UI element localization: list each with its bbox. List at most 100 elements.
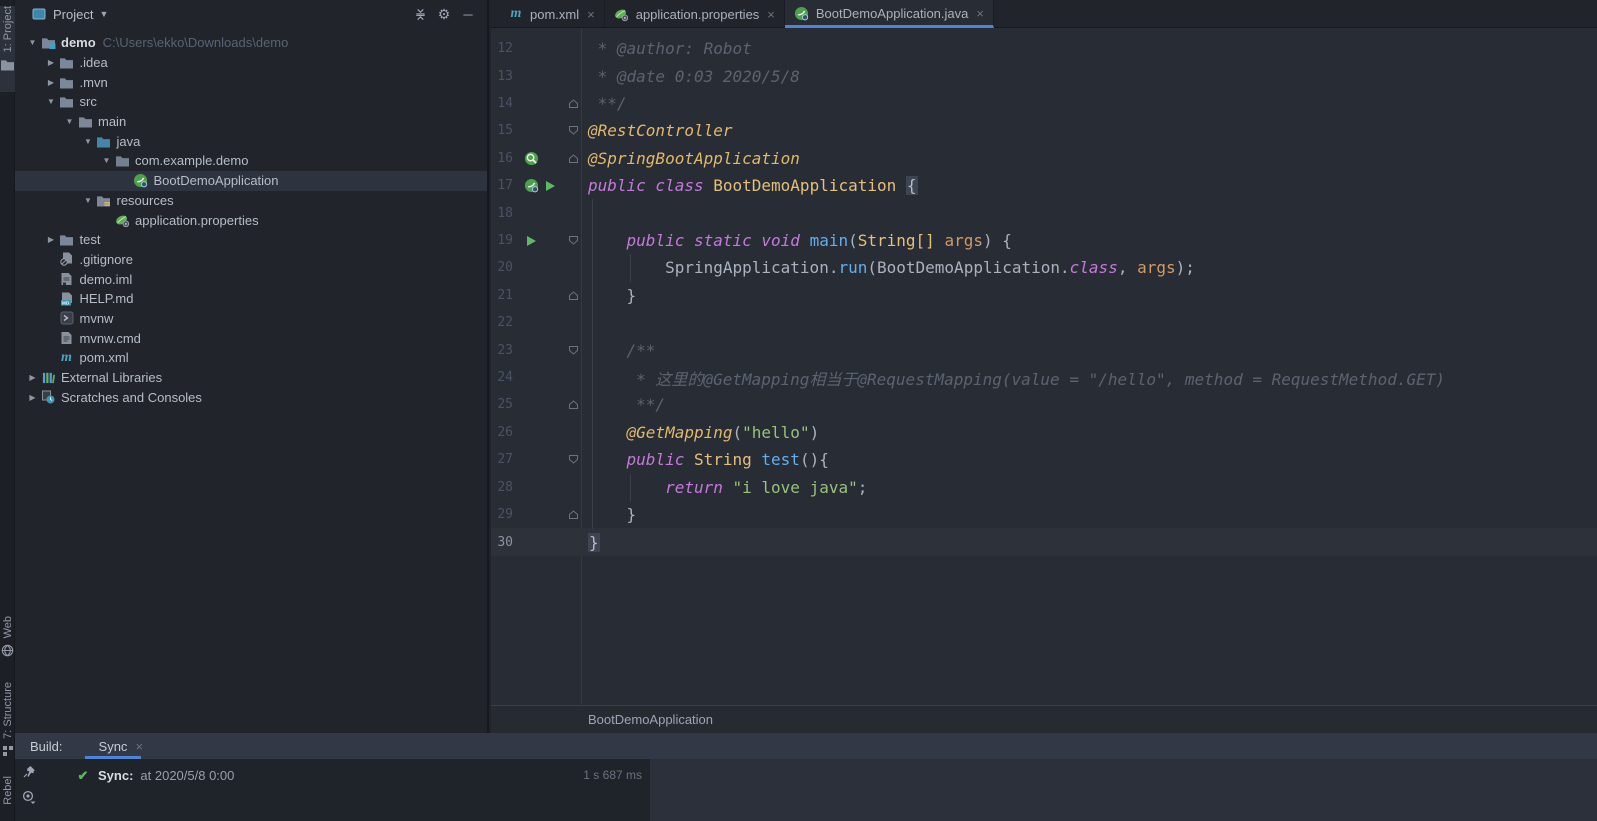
tab-application.properties[interactable]: application.properties× (605, 0, 785, 28)
tool-window-stripe: 1: Project Web 7: StructureRebel (0, 0, 15, 821)
stripe-button-structure[interactable]: 7: Structure (0, 682, 15, 776)
tree-item-external-libraries[interactable]: ▶External Libraries (15, 368, 487, 388)
gear-icon[interactable]: ⚙ (435, 7, 453, 21)
build-tab-label: Sync (99, 739, 128, 754)
tree-item-src[interactable]: ▼src (15, 92, 487, 112)
fold-marker-icon[interactable] (565, 235, 581, 246)
chevron-expanded-icon[interactable]: ▼ (25, 38, 40, 47)
close-icon[interactable]: × (767, 7, 775, 22)
code-line-18[interactable]: 18 (491, 199, 1597, 226)
tree-item-demo[interactable]: ▼demoC:\Users\ekko\Downloads\demo (15, 33, 487, 53)
tree-item-resources[interactable]: ▼resources (15, 191, 487, 211)
code-line-14[interactable]: 14 **/ (491, 90, 1597, 117)
chevron-expanded-icon[interactable]: ▼ (81, 137, 96, 146)
tree-item-mvnw[interactable]: mvnw (15, 309, 487, 329)
sync-status-row[interactable]: ✔ Sync: at 2020/5/8 0:00 1 s 687 ms (75, 765, 642, 785)
line-number: 27 (491, 452, 521, 467)
code-line-19[interactable]: 19 public static void main(String[] args… (491, 227, 1597, 254)
code-line-28[interactable]: 28 return "i love java"; (491, 474, 1597, 501)
code-text: @GetMapping("hello") (581, 423, 819, 442)
tree-item-help.md[interactable]: MDHELP.md (15, 289, 487, 309)
chevron-expanded-icon[interactable]: ▼ (62, 117, 77, 126)
run-icon[interactable] (542, 178, 558, 194)
collapse-all-icon[interactable] (411, 8, 429, 21)
run-icon[interactable] (523, 233, 539, 249)
tree-item-main[interactable]: ▼main (15, 112, 487, 132)
stripe-button-rebel[interactable]: Rebel (0, 776, 15, 821)
line-number: 29 (491, 507, 521, 522)
tab-bootdemoapplication.java[interactable]: BootDemoApplication.java × (785, 0, 994, 28)
build-console-pane (650, 759, 1597, 821)
code-line-21[interactable]: 21 } (491, 282, 1597, 309)
tree-item-demo.iml[interactable]: demo.iml (15, 269, 487, 289)
ide-window: 1: Project Web 7: StructureRebel Project ▼… (0, 0, 1597, 821)
pin-icon[interactable] (21, 763, 37, 779)
maven-icon: m (508, 6, 524, 22)
tree-item-java[interactable]: ▼java (15, 131, 487, 151)
code-line-22[interactable]: 22 (491, 309, 1597, 336)
tree-item-application.properties[interactable]: application.properties (15, 210, 487, 230)
tab-pom.xml[interactable]: mpom.xml× (499, 0, 605, 28)
line-number: 14 (491, 96, 521, 111)
tree-item-.gitignore[interactable]: .gitignore (15, 250, 487, 270)
fold-marker-icon[interactable] (565, 153, 581, 164)
code-line-23[interactable]: 23 /** (491, 336, 1597, 363)
code-line-15[interactable]: 15@RestController (491, 117, 1597, 144)
fold-marker-icon[interactable] (565, 345, 581, 356)
tree-item-com.example.demo[interactable]: ▼com.example.demo (15, 151, 487, 171)
fold-marker-icon[interactable] (565, 98, 581, 109)
tree-item-label: Scratches and Consoles (61, 390, 202, 405)
fold-marker-icon[interactable] (565, 290, 581, 301)
tree-item-.mvn[interactable]: ▶.mvn (15, 72, 487, 92)
tree-item-scratches-and-consoles[interactable]: ▶ Scratches and Consoles (15, 387, 487, 407)
chevron-collapsed-icon[interactable]: ▶ (25, 373, 40, 382)
filter-icon[interactable] (21, 789, 37, 805)
fold-marker-icon[interactable] (565, 454, 581, 465)
code-line-17[interactable]: 17public class BootDemoApplication { (491, 172, 1597, 199)
code-line-13[interactable]: 13 * @date 0:03 2020/5/8 (491, 62, 1597, 89)
chevron-collapsed-icon[interactable]: ▶ (25, 393, 40, 402)
code-line-25[interactable]: 25 **/ (491, 391, 1597, 418)
tree-item-label: demo (61, 35, 96, 50)
leaf-search-icon[interactable] (523, 150, 539, 166)
chevron-collapsed-icon[interactable]: ▶ (44, 235, 59, 244)
editor-area: mpom.xml×application.properties×BootDemo… (491, 0, 1597, 733)
breadcrumb-item[interactable]: BootDemoApplication (588, 712, 713, 727)
code-line-27[interactable]: 27 public String test(){ (491, 446, 1597, 473)
tree-item-pom.xml[interactable]: mpom.xml (15, 348, 487, 368)
build-tab-sync[interactable]: Sync (85, 733, 142, 759)
file-iml-icon (59, 271, 75, 287)
chevron-collapsed-icon[interactable]: ▶ (44, 78, 59, 87)
code-line-20[interactable]: 20 SpringApplication.run(BootDemoApplica… (491, 254, 1597, 281)
chevron-expanded-icon[interactable]: ▼ (44, 97, 59, 106)
chevron-collapsed-icon[interactable]: ▶ (44, 58, 59, 67)
chevron-expanded-icon[interactable]: ▼ (81, 196, 96, 205)
minimize-icon[interactable]: ─ (459, 8, 477, 21)
close-icon[interactable]: × (587, 7, 595, 22)
stripe-button-project[interactable]: 1: Project (0, 6, 15, 92)
tree-item-.idea[interactable]: ▶.idea (15, 53, 487, 73)
chevron-expanded-icon[interactable]: ▼ (99, 156, 114, 165)
tree-item-test[interactable]: ▶test (15, 230, 487, 250)
code-line-26[interactable]: 26 @GetMapping("hello") (491, 419, 1597, 446)
code-line-16[interactable]: 16@SpringBootApplication (491, 145, 1597, 172)
fold-marker-icon[interactable] (565, 509, 581, 520)
fold-marker-icon[interactable] (565, 125, 581, 136)
code-line-12[interactable]: 12 * @author: Robot (491, 35, 1597, 62)
project-panel-title: Project (53, 7, 93, 22)
stripe-button-web[interactable]: Web (0, 616, 15, 668)
code-line-24[interactable]: 24 * 这里的@GetMapping相当于@RequestMapping(va… (491, 364, 1597, 391)
tree-item-mvnw.cmd[interactable]: mvnw.cmd (15, 328, 487, 348)
chevron-down-icon[interactable]: ▼ (99, 9, 108, 19)
tree-item-bootdemoapplication[interactable]: BootDemoApplication (15, 171, 487, 191)
line-number: 30 (491, 535, 521, 550)
line-number: 18 (491, 206, 521, 221)
code-line-29[interactable]: 29 } (491, 501, 1597, 528)
code-line-30[interactable]: 30} (491, 528, 1597, 555)
tab-label: BootDemoApplication.java (816, 6, 968, 21)
close-icon[interactable]: × (976, 6, 984, 21)
code-editor[interactable]: 12 * @author: Robot13 * @date 0:03 2020/… (491, 28, 1597, 705)
project-tool-window: Project ▼ ⚙ ─ ▼demoC:\Users\ekko\Downloa… (15, 0, 489, 733)
fold-marker-icon[interactable] (565, 399, 581, 410)
springboot-icon[interactable] (523, 178, 539, 194)
